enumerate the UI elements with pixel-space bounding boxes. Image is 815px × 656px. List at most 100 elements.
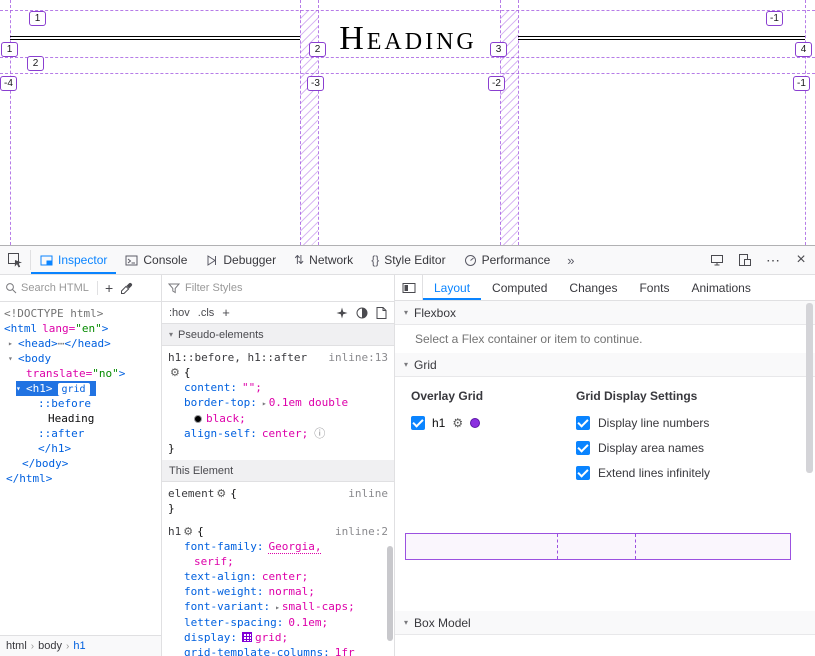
declaration-continued[interactable]: serif; (168, 554, 388, 569)
selector-highlighter-icon[interactable]: ⚙ (170, 365, 180, 380)
color-scheme-icon[interactable] (356, 307, 368, 319)
menu-button[interactable]: ⋯ (759, 246, 787, 274)
stylesheet-link[interactable]: inline (348, 486, 388, 501)
tab-layout[interactable]: Layout (423, 275, 481, 300)
body-open-node[interactable]: ▾<body (0, 351, 161, 366)
expand-shorthand-icon[interactable]: ▸ (262, 399, 267, 408)
grid-line-number-badge: -2 (488, 76, 505, 91)
responsive-design-button[interactable] (731, 246, 759, 274)
grid-line-number-badge: 2 (27, 56, 44, 71)
devtools: Inspector Console Debugger ⇅ Network {} … (0, 245, 815, 656)
display-area-names-checkbox[interactable] (576, 441, 590, 455)
grid-row-line (0, 73, 815, 74)
breadcrumb-body[interactable]: body (38, 640, 62, 652)
eyedropper-icon[interactable] (120, 282, 133, 295)
tab-inspector[interactable]: Inspector (31, 246, 116, 274)
stylesheet-link[interactable]: inline:2 (335, 524, 388, 539)
body-attr-line[interactable]: translate="no"> (0, 366, 161, 381)
extend-lines-infinitely-checkbox[interactable] (576, 466, 590, 480)
declaration[interactable]: border-top:▸0.1em double (168, 395, 388, 411)
expand-shorthand-icon[interactable]: ▸ (275, 603, 280, 612)
twisty-open-icon[interactable]: ▾ (16, 381, 26, 396)
doctype-node[interactable]: <!DOCTYPE html> (0, 306, 161, 321)
grid-highlighter-toggle-icon[interactable] (242, 632, 252, 642)
grid-color-swatch[interactable] (470, 418, 480, 428)
breadcrumb-html[interactable]: html (6, 640, 27, 652)
declaration[interactable]: content:""; (168, 380, 388, 395)
h1-node-selected[interactable]: ▾<h1>grid (0, 381, 161, 396)
console-icon (125, 254, 138, 267)
after-pseudo-node[interactable]: ::after (0, 426, 161, 441)
selector-highlighter-icon[interactable]: ⚙ (183, 524, 193, 539)
twisty-open-icon[interactable]: ▾ (8, 351, 18, 366)
add-node-button[interactable]: + (102, 280, 116, 296)
tab-label: Network (309, 253, 353, 267)
add-rule-button[interactable]: + (222, 305, 230, 320)
filter-styles-input[interactable] (185, 282, 325, 294)
head-node[interactable]: ▸<head>⋯</head> (0, 336, 161, 351)
declaration[interactable]: font-weight:normal; (168, 584, 388, 599)
tab-debugger[interactable]: Debugger (196, 246, 285, 274)
html-close-node[interactable]: </html> (0, 471, 161, 486)
section-pseudo-elements[interactable]: ▾ Pseudo-elements (162, 324, 394, 346)
declaration[interactable]: text-align:center; (168, 569, 388, 584)
tab-animations[interactable]: Animations (680, 275, 761, 300)
pick-element-button[interactable] (0, 246, 30, 274)
rule-selector[interactable]: h1::before, h1::after (168, 350, 307, 365)
tab-fonts[interactable]: Fonts (628, 275, 680, 300)
grid-settings-gear-icon[interactable]: ⚙ (452, 416, 463, 430)
grid-badge[interactable]: grid (58, 383, 90, 396)
display-line-numbers-checkbox[interactable] (576, 416, 590, 430)
rule-h1: h1⚙{inline:2 font-family:Georgia, serif;… (162, 520, 394, 656)
rule-selector[interactable]: h1 (168, 524, 181, 539)
stylesheet-link[interactable]: inline:13 (328, 350, 388, 365)
flexbox-section-header[interactable]: ▾ Flexbox (395, 301, 815, 325)
print-media-icon[interactable] (376, 307, 387, 319)
declaration[interactable]: letter-spacing:0.1em; (168, 615, 388, 630)
search-html-input[interactable] (21, 282, 93, 294)
device-icon (710, 253, 724, 267)
h1-close-node[interactable]: </h1> (0, 441, 161, 456)
declaration[interactable]: display:grid; (168, 630, 388, 645)
grid-outline-preview (405, 533, 791, 560)
info-icon[interactable]: ⓘ (314, 427, 325, 440)
rule-selector[interactable]: element (168, 486, 214, 501)
declaration-continued[interactable]: black; (168, 411, 388, 426)
tab-style-editor[interactable]: {} Style Editor (362, 246, 454, 274)
selector-highlighter-icon[interactable]: ⚙ (216, 486, 226, 501)
breadcrumb-h1[interactable]: h1 (73, 640, 85, 652)
section-this-element[interactable]: This Element (162, 460, 394, 482)
layout-scrollbar[interactable] (806, 303, 813, 473)
twisty-closed-icon[interactable]: ▸ (8, 336, 18, 351)
before-pseudo-node[interactable]: ::before (0, 396, 161, 411)
tab-performance[interactable]: Performance (455, 246, 560, 274)
sidebar-toggle-button[interactable] (395, 275, 423, 300)
pseudo-class-toggle[interactable]: :hov (169, 307, 190, 319)
overlay-grid-checkbox[interactable] (411, 416, 425, 430)
box-model-section-header[interactable]: ▾ Box Model (395, 611, 815, 635)
declaration[interactable]: align-self:center;ⓘ (168, 426, 388, 441)
search-icon (5, 282, 17, 294)
flash-highlight-icon[interactable] (336, 307, 348, 319)
html-open-node[interactable]: <htmllang="en"> (0, 321, 161, 336)
tab-changes[interactable]: Changes (558, 275, 628, 300)
tab-network[interactable]: ⇅ Network (285, 246, 362, 274)
body-close-node[interactable]: </body> (0, 456, 161, 471)
class-toggle[interactable]: .cls (198, 307, 215, 319)
grid-row-line (0, 10, 815, 11)
tab-computed[interactable]: Computed (481, 275, 558, 300)
declaration[interactable]: grid-template-columns:1fr (168, 645, 388, 656)
more-tabs-button[interactable]: » (559, 246, 582, 274)
grid-section-header[interactable]: ▾ Grid (395, 353, 815, 377)
filter-icon (168, 282, 180, 294)
text-node[interactable]: Heading (0, 411, 161, 426)
declaration[interactable]: font-variant:▸small-caps; (168, 599, 388, 615)
tab-console[interactable]: Console (116, 246, 196, 274)
declaration[interactable]: font-family:Georgia, (168, 539, 388, 554)
device-button[interactable] (703, 246, 731, 274)
rules-scrollbar[interactable] (387, 546, 393, 641)
font-family-link[interactable]: Georgia, (268, 540, 321, 554)
flexbox-empty-message: Select a Flex container or item to conti… (395, 325, 815, 353)
close-devtools-button[interactable]: × (787, 246, 815, 274)
color-swatch-black[interactable] (194, 415, 202, 423)
